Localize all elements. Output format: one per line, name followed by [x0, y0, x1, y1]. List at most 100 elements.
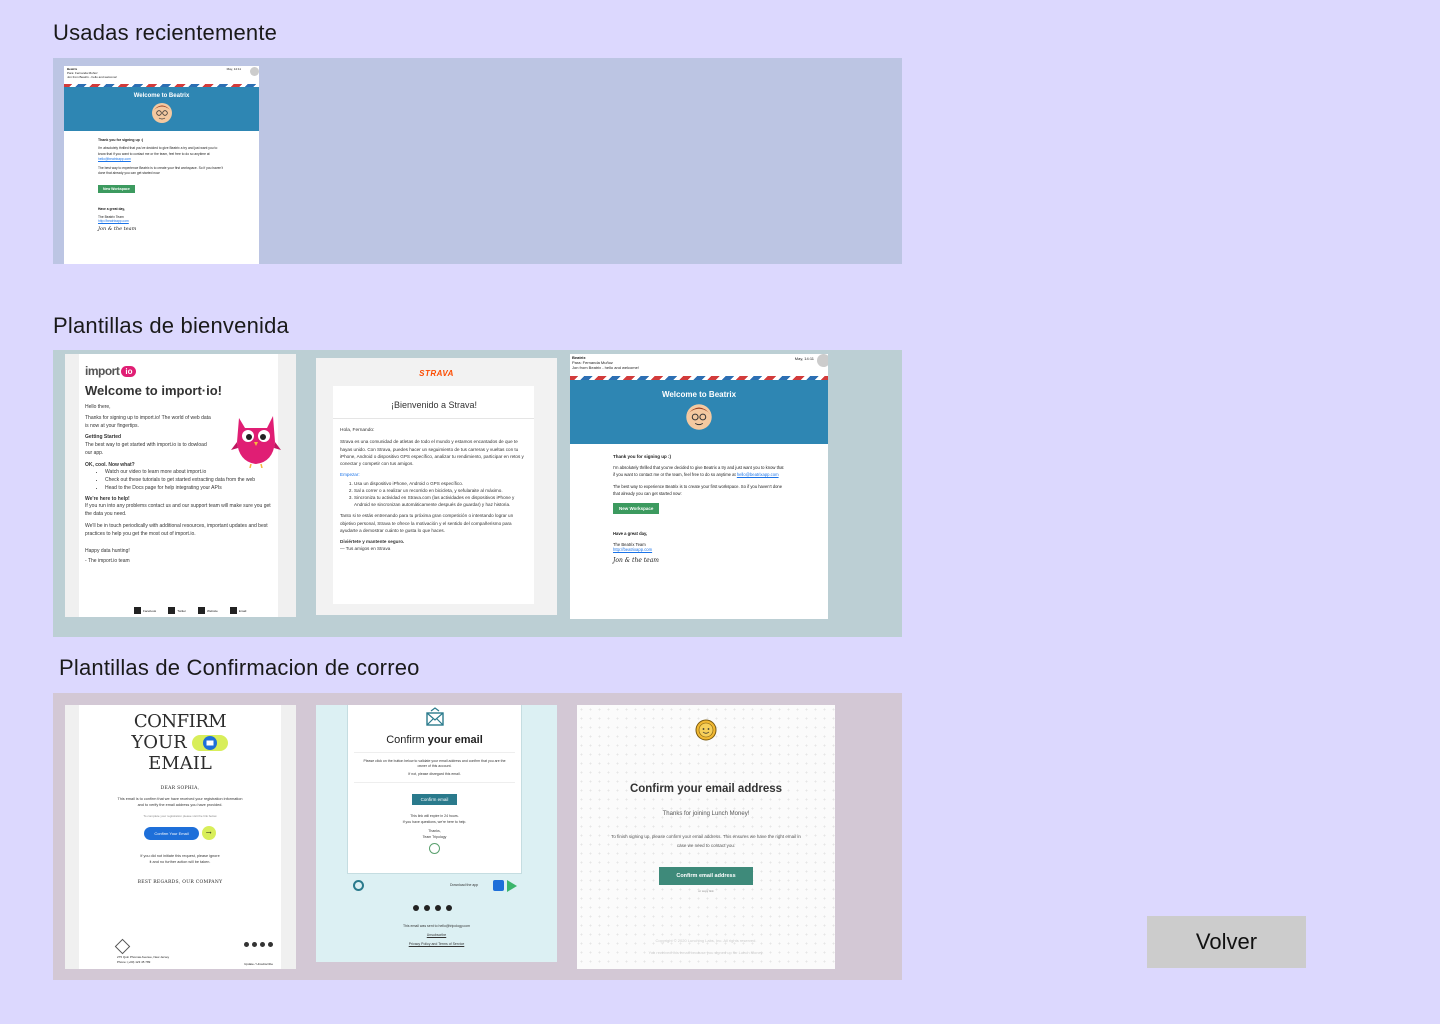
confirm3-sub: Thanks for joining Lunch Money!: [662, 811, 750, 817]
strava-title: ¡Bienvenido a Strava!: [390, 400, 478, 410]
email-header-banner: Welcome to Beatrix: [64, 87, 259, 131]
template-card-beatrix-recent[interactable]: Beatrix Para: Fernanda Muñoz Jon from Be…: [64, 66, 259, 264]
confirm1-unsub: Update / Unsubscribe: [244, 962, 273, 966]
owl-mascot-icon: [231, 416, 281, 468]
new-workspace-button: New Workspace: [98, 184, 135, 193]
strava-start: Empezar:: [340, 471, 360, 477]
confirm3-title: Confirm your email address: [629, 783, 783, 795]
email-date: May, 14:11: [794, 356, 814, 361]
strava-p3: Diviértete y mantente seguro.: [340, 538, 405, 544]
confirm1-p1: This email is to confirm that we have re…: [117, 797, 243, 807]
email-signature: Jon & the team: [98, 225, 137, 232]
template-card-confirm-email-2[interactable]: Confirm your email Please click on the b…: [316, 705, 557, 962]
strava-greet: Hola, Fernando:: [340, 428, 375, 433]
confirm2-email: Confirm your email Please click on the b…: [347, 705, 522, 874]
coin-logo-icon: [695, 719, 717, 741]
youtube-icon: [268, 942, 273, 947]
template-card-strava[interactable]: STRAVA ¡Bienvenido a Strava! Hola, Ferna…: [316, 358, 557, 615]
confirm2-button: Confirm email: [411, 794, 458, 806]
confirm1-line2: YOUR: [79, 732, 281, 753]
email-icon: [229, 607, 237, 614]
importio-p3: If you run into any problems contact us …: [85, 503, 271, 517]
close-icon: [250, 67, 259, 76]
arrow-right-icon: →: [201, 826, 216, 841]
email-p1: I'm absolutely thrilled that you've deci…: [613, 465, 784, 478]
email-url: http://beatrixapp.com: [98, 218, 129, 223]
confirm3-p1: To finish signing up, please confirm you…: [611, 834, 801, 848]
importio-h3: We're here to help!: [85, 495, 130, 502]
strava-steps: Usa un dispositivo iPhone, Android o GPS…: [340, 480, 528, 508]
confirm1-line3: EMAIL: [148, 753, 212, 774]
volver-button[interactable]: Volver: [1147, 916, 1306, 968]
strava-logo: STRAVA: [419, 369, 454, 378]
strava-p1: Strava es una comunidad de atletas de to…: [340, 439, 524, 466]
recent-templates-strip: Beatrix Para: Fernanda Muñoz Jon from Be…: [53, 58, 902, 264]
confirm2-download: Download the app: [450, 883, 479, 887]
new-workspace-button: New Workspace: [613, 503, 660, 515]
template-card-confirm-email-1[interactable]: CONFIRM YOUR EMAIL DEAR SOPHIA, This ema…: [65, 705, 296, 969]
confirm2-footer: This email was sent to hello@tripology.c…: [402, 924, 471, 946]
template-card-importio[interactable]: import io Welcome to import·io! Hello th…: [65, 354, 296, 617]
confirm1-regards: BEST REGARDS, OUR COMPANY: [137, 880, 223, 886]
confirm1-social-row: [244, 942, 273, 947]
email-header-title: Welcome to Beatrix: [133, 93, 190, 99]
divider: [354, 782, 515, 784]
facebook-icon: [134, 607, 141, 614]
facebook-icon: [413, 905, 419, 911]
envelope-icon: [425, 707, 444, 726]
email-date: May, 14:11: [226, 67, 241, 71]
email-greeting: Have a great day,: [98, 206, 125, 211]
email-body: Thank you for signing up :) I'm absolute…: [64, 131, 259, 232]
divider: [354, 752, 515, 753]
email-body: Thank you for signing up :) I'm absolute…: [570, 444, 828, 564]
importio-title: Welcome to import·io!: [85, 383, 222, 398]
twitter-icon: [168, 607, 176, 614]
divider: [333, 418, 534, 419]
instagram-icon: [260, 942, 265, 947]
confirm1-p2: To complete your registration please vis…: [143, 813, 217, 818]
confirm3-button: Confirm email address: [659, 867, 753, 885]
importio-p1: Thanks for signing up to import.io! The …: [85, 414, 211, 429]
close-icon: [817, 354, 828, 367]
email-greeting: Have a great day,: [613, 531, 648, 537]
email-thanks: Thank you for signing up :): [613, 454, 671, 459]
confirm2-team: Team Tripology: [422, 834, 447, 839]
template-card-confirm-email-3[interactable]: Confirm your email address Thanks for jo…: [577, 705, 835, 969]
avatar-icon: [151, 103, 172, 123]
importio-p2: The best way to get started with import.…: [85, 442, 207, 456]
email-subject: Jon from Beatrix - hello and welcome!: [67, 75, 118, 79]
avatar-icon: [686, 404, 712, 430]
template-card-beatrix[interactable]: Beatrix Para: Fernanda Muñoz Jon from Be…: [570, 354, 828, 619]
email-header-title: Welcome to Beatrix: [661, 390, 737, 399]
confirm1-p3: If you did not initiate this request, pl…: [140, 854, 220, 865]
email-header-banner: Welcome to Beatrix: [570, 380, 828, 444]
toggle-illustration-icon: [191, 734, 228, 751]
facebook-icon: [244, 942, 249, 947]
confirm3-footer: Copyright © 2020 Lunching Labs, Inc. All…: [648, 938, 764, 955]
youtube-icon: [446, 905, 452, 911]
importio-email: import io Welcome to import·io! Hello th…: [79, 354, 281, 617]
app-store-icon: [493, 880, 504, 891]
confirm2-p4: If you have questions, we're here to hel…: [402, 819, 467, 824]
confirm2-p1: Please click on the button below to vali…: [363, 759, 506, 769]
email-p2: The best way to experience Beatrix is to…: [98, 165, 223, 176]
confirm1-button: Confirm Your Email: [144, 826, 199, 840]
diamond-logo-icon: [114, 938, 131, 955]
brand-logo-icon: [429, 842, 440, 854]
confirm2-p2: If not, please disregard this email.: [408, 771, 461, 776]
email-p1: I'm absolutely thrilled that you've deci…: [98, 146, 218, 162]
importio-hello: Hello there,: [85, 404, 111, 410]
strava-p2: Tanto si te estás entrenando para tu pró…: [340, 513, 514, 533]
confirm1-line1: CONFIRM: [133, 711, 227, 732]
strava-p4: — Tus amigos en Strava: [340, 545, 391, 551]
email-p2: The best way to experience Beatrix is to…: [613, 483, 783, 497]
twitter-icon: [252, 942, 257, 947]
section-title-welcome: Plantillas de bienvenida: [53, 313, 289, 338]
section-title-recent: Usadas recientemente: [53, 20, 278, 45]
confirm1-button-row: Confirm Your Email →: [79, 826, 281, 841]
google-play-icon: [507, 880, 517, 892]
importio-p4: We'll be in touch periodically with addi…: [85, 522, 268, 537]
importio-list: Watch our video to learn more about impo…: [85, 469, 272, 492]
email-url: http://beatrixapp.com: [613, 547, 653, 553]
email-signature: Jon & the team: [613, 557, 659, 565]
